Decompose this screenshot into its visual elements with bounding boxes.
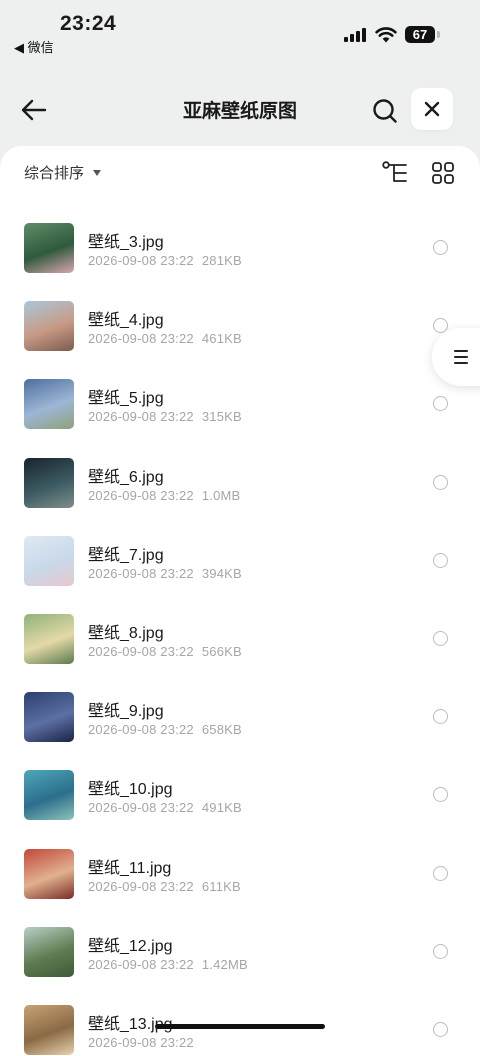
file-date: 2026-09-08 23:22 — [88, 956, 194, 972]
file-meta: 2026-09-08 23:22 281KB — [88, 253, 242, 268]
select-radio[interactable] — [433, 865, 448, 881]
file-name: 壁纸_12.jpg — [88, 937, 173, 955]
file-name: 壁纸_3.jpg — [88, 234, 164, 251]
select-radio[interactable] — [433, 396, 448, 412]
file-thumbnail — [24, 535, 74, 586]
status-time: 23:24 — [60, 12, 117, 35]
back-button[interactable] — [16, 92, 52, 128]
file-date: 2026-09-08 23:22 — [88, 409, 194, 425]
file-thumbnail — [24, 613, 74, 664]
file-thumbnail — [24, 379, 74, 430]
file-meta: 2026-09-08 23:22 315KB — [88, 409, 242, 424]
file-list-item[interactable]: 壁纸_9.jpg 2026-09-08 23:22 658KB — [0, 679, 480, 757]
file-size: 315KB — [201, 409, 242, 425]
back-to-app-link[interactable]: ◀ 微信 — [14, 37, 54, 56]
file-meta: 2026-09-08 23:22 394KB — [88, 566, 242, 581]
select-radio[interactable] — [433, 943, 448, 959]
file-meta: 2026-09-08 23:22 — [88, 1035, 194, 1050]
file-date: 2026-09-08 23:22 — [88, 643, 194, 659]
grid-icon — [432, 162, 454, 184]
file-date: 2026-09-08 23:22 — [88, 878, 194, 894]
select-radio[interactable] — [433, 630, 448, 646]
file-date: 2026-09-08 23:22 — [88, 253, 194, 268]
file-list-item[interactable]: 壁纸_8.jpg 2026-09-08 23:22 566KB — [0, 601, 480, 679]
file-meta: 2026-09-08 23:22 611KB — [88, 879, 241, 894]
nav-header: 亚麻壁纸原图 — [0, 80, 480, 140]
file-thumbnail — [24, 848, 74, 899]
file-size: 281KB — [201, 253, 242, 268]
file-list-item[interactable]: 壁纸_10.jpg 2026-09-08 23:22 491KB — [0, 757, 480, 835]
file-size: 461KB — [201, 331, 242, 347]
home-indicator — [155, 1024, 325, 1029]
battery-indicator: 67 — [405, 26, 435, 43]
select-radio[interactable] — [433, 709, 448, 725]
file-name: 壁纸_9.jpg — [88, 703, 164, 721]
file-size: 491KB — [201, 800, 242, 816]
tree-structure-icon — [382, 161, 407, 182]
file-thumbnail — [24, 770, 74, 821]
close-icon — [424, 101, 440, 117]
file-name: 壁纸_10.jpg — [88, 781, 173, 799]
grid-view-button[interactable] — [428, 158, 458, 188]
file-name: 壁纸_6.jpg — [88, 468, 164, 486]
file-thumbnail — [24, 457, 74, 508]
select-radio[interactable] — [433, 474, 448, 490]
file-name: 壁纸_4.jpg — [88, 312, 164, 330]
file-size: 658KB — [201, 722, 242, 738]
file-thumbnail — [24, 1004, 74, 1055]
file-size: 566KB — [201, 643, 242, 659]
file-list-item[interactable]: 壁纸_7.jpg 2026-09-08 23:22 394KB — [0, 523, 480, 601]
file-list-item[interactable]: 壁纸_5.jpg 2026-09-08 23:22 315KB — [0, 366, 480, 444]
file-size: 1.42MB — [201, 956, 248, 972]
file-meta: 2026-09-08 23:22 1.42MB — [88, 957, 248, 972]
file-date: 2026-09-08 23:22 — [88, 1034, 194, 1050]
file-date: 2026-09-08 23:22 — [88, 565, 194, 581]
tree-view-button[interactable] — [380, 158, 410, 188]
file-list-item[interactable]: 壁纸_11.jpg 2026-09-08 23:22 611KB — [0, 836, 480, 914]
file-list-item[interactable]: 壁纸_6.jpg 2026-09-08 23:22 1.0MB — [0, 445, 480, 523]
file-meta: 2026-09-08 23:22 1.0MB — [88, 488, 240, 503]
file-name: 壁纸_13.jpg — [88, 1015, 173, 1033]
file-date: 2026-09-08 23:22 — [88, 800, 194, 816]
file-size: 1.0MB — [201, 487, 241, 503]
search-icon — [373, 99, 397, 123]
file-date: 2026-09-08 23:22 — [88, 331, 194, 347]
select-radio[interactable] — [433, 1021, 448, 1037]
search-button[interactable] — [366, 92, 404, 130]
file-list-item[interactable]: 壁纸_4.jpg 2026-09-08 23:22 461KB — [0, 288, 480, 366]
select-radio[interactable] — [433, 552, 448, 568]
file-thumbnail — [24, 223, 74, 273]
file-list-item[interactable]: 壁纸_12.jpg 2026-09-08 23:22 1.42MB — [0, 914, 480, 992]
file-meta: 2026-09-08 23:22 491KB — [88, 800, 242, 815]
file-name: 壁纸_8.jpg — [88, 624, 164, 642]
battery-tip-icon — [437, 31, 440, 38]
file-list-item[interactable]: 壁纸_3.jpg 2026-09-08 23:22 281KB — [0, 210, 480, 288]
file-thumbnail — [24, 692, 74, 743]
file-date: 2026-09-08 23:22 — [88, 722, 194, 738]
cellular-signal-icon — [344, 28, 368, 42]
file-name: 壁纸_5.jpg — [88, 390, 164, 408]
file-meta: 2026-09-08 23:22 658KB — [88, 722, 242, 737]
file-size: 611KB — [201, 878, 241, 894]
file-date: 2026-09-08 23:22 — [88, 487, 194, 503]
file-thumbnail — [24, 926, 74, 977]
page-title: 亚麻壁纸原图 — [182, 101, 297, 122]
file-meta: 2026-09-08 23:22 461KB — [88, 331, 242, 346]
wifi-icon — [375, 27, 397, 43]
file-name: 壁纸_7.jpg — [88, 546, 164, 564]
caret-down-icon — [93, 169, 102, 176]
file-thumbnail — [24, 301, 74, 352]
close-button[interactable] — [411, 88, 453, 130]
sort-dropdown[interactable]: 综合排序 — [24, 162, 102, 183]
select-radio[interactable] — [433, 787, 448, 803]
sort-label: 综合排序 — [24, 165, 85, 182]
file-name: 壁纸_11.jpg — [88, 859, 172, 877]
status-bar: 23:24 ◀ 微信 67 — [0, 0, 480, 60]
file-size: 394KB — [201, 565, 242, 581]
file-meta: 2026-09-08 23:22 566KB — [88, 644, 242, 659]
back-arrow-icon — [21, 99, 47, 121]
file-list: 壁纸_3.jpg 2026-09-08 23:22 281KB 壁纸_4.jpg 202… — [0, 210, 480, 1056]
file-list-panel: 综合排序 壁纸_3.jpg 2026-09-08 23:22 281KB 壁纸_4.j… — [0, 146, 480, 1056]
select-radio[interactable] — [433, 240, 448, 255]
